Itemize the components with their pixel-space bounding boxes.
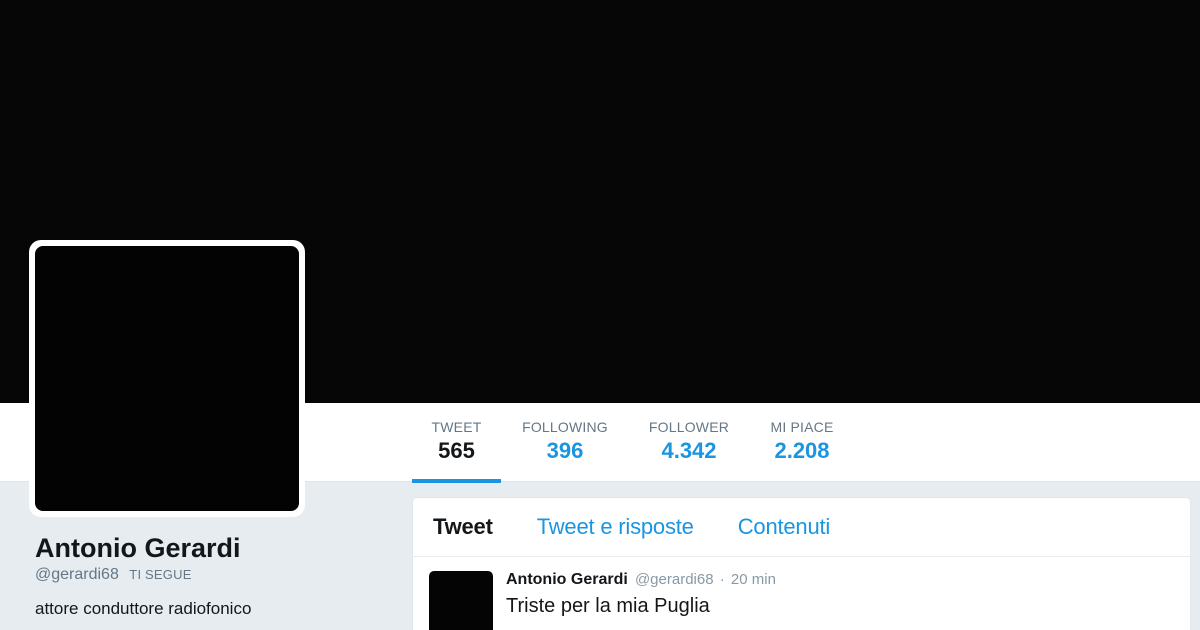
tweet-header: Antonio Gerardi @gerardi68 · 20 min: [506, 570, 1176, 590]
profile-avatar: [35, 246, 299, 511]
stat-following-label: FOLLOWING: [522, 419, 608, 435]
tweet-body: Antonio Gerardi @gerardi68 · 20 min Tris…: [506, 570, 1176, 619]
profile-stats: TWEET 565 FOLLOWING 396 FOLLOWER 4.342 M…: [412, 403, 855, 483]
stat-following-value: 396: [546, 438, 584, 463]
tweet-avatar[interactable]: [429, 571, 493, 630]
timeline: Tweet Tweet e risposte Contenuti Antonio…: [412, 497, 1191, 630]
stat-following[interactable]: FOLLOWING 396: [501, 403, 629, 483]
stat-tweets-label: TWEET: [431, 419, 482, 435]
timeline-tabs: Tweet Tweet e risposte Contenuti: [413, 498, 1190, 557]
stat-followers-label: FOLLOWER: [648, 419, 730, 435]
profile-handle[interactable]: @gerardi68: [35, 566, 119, 583]
tweet-author-name[interactable]: Antonio Gerardi: [506, 571, 628, 588]
tweet-timestamp[interactable]: 20 min: [731, 571, 776, 588]
stat-likes[interactable]: MI PIACE 2.208: [749, 403, 855, 483]
profile-avatar-frame[interactable]: [29, 240, 305, 517]
tab-tweets[interactable]: Tweet: [433, 514, 493, 540]
profile-handle-row: @gerardi68 TI SEGUE: [35, 564, 375, 586]
stat-followers-value: 4.342: [661, 438, 717, 463]
stat-followers[interactable]: FOLLOWER 4.342: [629, 403, 749, 483]
profile-name[interactable]: Antonio Gerardi: [35, 532, 375, 564]
stat-tweets[interactable]: TWEET 565: [412, 403, 501, 483]
profile-card: Antonio Gerardi @gerardi68 TI SEGUE atto…: [35, 532, 375, 620]
stat-likes-label: MI PIACE: [770, 419, 834, 435]
tweet-separator: ·: [719, 571, 725, 588]
follows-you-badge: TI SEGUE: [129, 567, 192, 582]
tweet-author-handle[interactable]: @gerardi68: [635, 571, 714, 588]
tab-media[interactable]: Contenuti: [738, 514, 831, 540]
tab-tweets-and-replies[interactable]: Tweet e risposte: [537, 514, 694, 540]
stat-tweets-value: 565: [438, 438, 475, 463]
profile-bio: attore conduttore radiofonico: [35, 599, 252, 618]
stat-likes-value: 2.208: [774, 438, 830, 463]
tweet-text: Triste per la mia Puglia: [506, 595, 710, 617]
